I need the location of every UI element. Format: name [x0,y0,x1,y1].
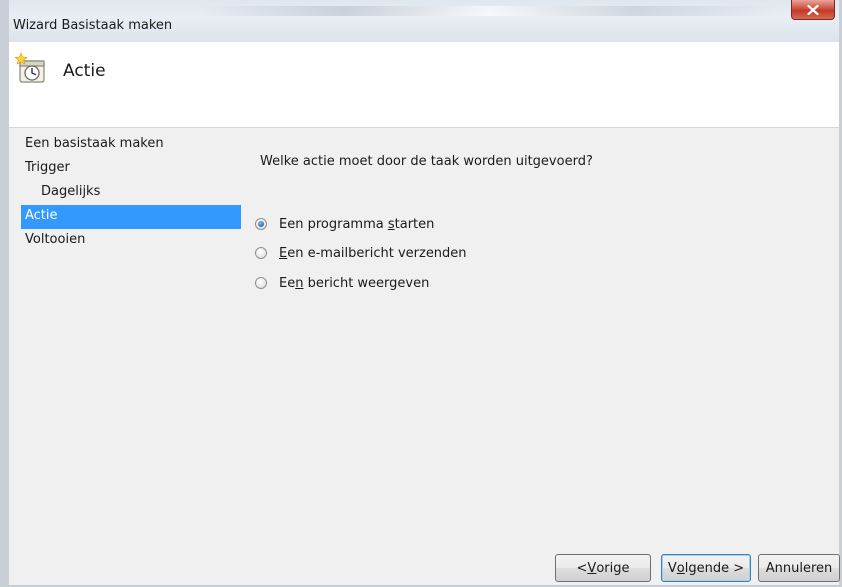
nav-step-een-basistaak-maken[interactable]: Een basistaak maken [21,133,241,157]
radio-button[interactable] [255,218,267,230]
cancel-button[interactable]: Annuleren [758,554,840,582]
back-label-suffix: orige [596,560,630,576]
back-label-prefix: < [576,560,588,576]
action-option-2[interactable]: Een bericht weergeven [255,273,429,293]
radio-label[interactable]: Een programma starten [279,217,434,232]
radio-label[interactable]: Een bericht weergeven [279,276,429,291]
radio-label-before: Ee [279,275,296,291]
title-bar[interactable]: Wizard Basistaak maken [9,0,839,42]
next-button[interactable]: Vo lgende > [661,554,751,582]
radio-label-after: bericht weergeven [303,275,430,291]
page-title: Actie [63,61,106,81]
action-option-0[interactable]: Een programma starten [255,214,434,234]
radio-button[interactable] [255,277,267,289]
back-button[interactable]: < Vorige [555,554,651,582]
action-question: Welke actie moet door de taak worden uit… [260,154,593,169]
window-title: Wizard Basistaak maken [13,18,173,33]
action-option-1[interactable]: Een e-mailbericht verzenden [255,243,467,263]
wizard-steps-nav: Een basistaak maken Trigger Dagelijks Actie… [21,133,241,253]
radio-label-before: Een programma [279,216,388,232]
nav-step-actie[interactable]: Actie [21,205,241,229]
radio-label-accel: s [387,216,395,232]
wizard-window: Wizard Basistaak maken Actie Een basista… [0,0,842,587]
next-label-accel: o [676,560,685,576]
nav-step-trigger[interactable]: Trigger [21,157,241,181]
back-label-accel: V [587,560,597,576]
nav-step-dagelijks[interactable]: Dagelijks [21,181,241,205]
radio-label-after: tarten [394,216,435,232]
wizard-header: Actie [9,42,839,127]
radio-label-after: en e-mailbericht verzenden [287,245,467,261]
scheduled-task-clock-icon [15,52,45,83]
close-icon [807,4,819,15]
next-label-suffix: lgende > [684,560,745,576]
nav-step-voltooien[interactable]: Voltooien [21,229,241,253]
header-divider [9,127,839,128]
radio-label[interactable]: Een e-mailbericht verzenden [279,246,467,261]
radio-label-accel: E [279,245,288,261]
close-button[interactable] [791,0,835,20]
radio-button[interactable] [255,247,267,259]
next-label-prefix: V [667,560,677,576]
